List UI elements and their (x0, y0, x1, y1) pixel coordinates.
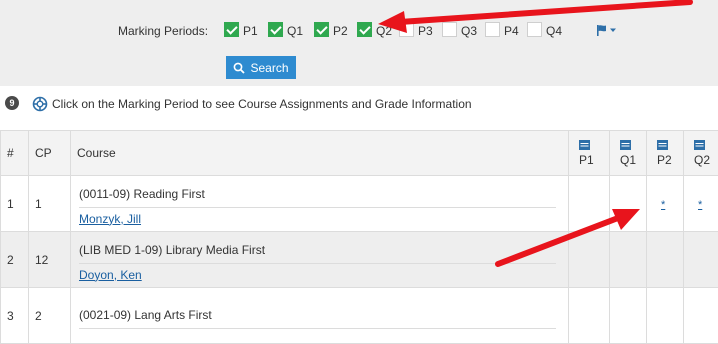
marking-periods-label: Marking Periods: (118, 24, 208, 38)
course-cell: (LIB MED 1-09) Library Media First Doyon… (71, 232, 569, 288)
row-num: 1 (1, 176, 29, 232)
teacher-link[interactable]: Doyon, Ken (71, 264, 568, 282)
flag-icon (596, 23, 620, 37)
grade-cell-p2[interactable]: * (647, 176, 684, 232)
info-instruction-text: Click on the Marking Period to see Cours… (52, 97, 472, 111)
grade-cell-q2 (684, 232, 718, 288)
course-cell: (0011-09) Reading First Monzyk, Jill (71, 176, 569, 232)
search-button-label: Search (250, 61, 288, 75)
search-button[interactable]: Search (226, 56, 296, 79)
lifebuoy-icon (32, 96, 48, 112)
header-course: Course (71, 131, 569, 176)
checkbox-q4[interactable] (527, 22, 542, 37)
header-p2[interactable]: P2 (647, 131, 684, 176)
checkbox-p1-label: P1 (243, 24, 258, 38)
list-icon (620, 140, 631, 150)
checkbox-p4-label: P4 (504, 24, 519, 38)
table-header-row: # CP Course P1 Q1 P2 Q2 (1, 131, 718, 176)
grade-cell-q2[interactable]: * (684, 176, 718, 232)
checkbox-q2[interactable] (357, 22, 372, 37)
checkbox-q1-label: Q1 (287, 24, 303, 38)
grade-link-p2[interactable]: * (647, 199, 665, 211)
grade-cell-p1 (569, 288, 610, 344)
checkbox-q2-label: Q2 (376, 24, 392, 38)
course-grid-table: # CP Course P1 Q1 P2 Q2 1 1 (0, 130, 718, 344)
flag-dropdown-button[interactable] (596, 23, 620, 37)
row-cp: 1 (29, 176, 71, 232)
table-row: 1 1 (0011-09) Reading First Monzyk, Jill… (1, 176, 718, 232)
grade-cell-q2 (684, 288, 718, 344)
checkbox-q1[interactable] (268, 22, 283, 37)
checkbox-p3-label: P3 (418, 24, 433, 38)
header-q2-label: Q2 (694, 153, 710, 167)
grade-cell-q1 (610, 288, 647, 344)
checkbox-p4[interactable] (485, 22, 500, 37)
header-p1[interactable]: P1 (569, 131, 610, 176)
divider (79, 328, 556, 329)
table-row: 2 12 (LIB MED 1-09) Library Media First … (1, 232, 718, 288)
grade-cell-p2 (647, 232, 684, 288)
header-num: # (1, 131, 29, 176)
marking-period-filter-panel: Marking Periods: P1 Q1 P2 Q2 P3 Q3 P4 Q4 (0, 0, 718, 86)
row-num: 3 (1, 288, 29, 344)
row-num: 2 (1, 232, 29, 288)
checkbox-p2[interactable] (314, 22, 329, 37)
checkbox-p2-label: P2 (333, 24, 348, 38)
course-title: (0011-09) Reading First (71, 182, 568, 207)
header-q1[interactable]: Q1 (610, 131, 647, 176)
list-icon (694, 140, 705, 150)
grade-cell-p1 (569, 176, 610, 232)
row-cp: 2 (29, 288, 71, 344)
caret-down-icon (610, 29, 616, 33)
checkbox-q3-label: Q3 (461, 24, 477, 38)
checkbox-q3[interactable] (442, 22, 457, 37)
search-icon (233, 62, 245, 74)
checkbox-p1[interactable] (224, 22, 239, 37)
header-q2[interactable]: Q2 (684, 131, 718, 176)
checkbox-q4-label: Q4 (546, 24, 562, 38)
row-cp: 12 (29, 232, 71, 288)
teacher-link[interactable]: Monzyk, Jill (71, 208, 568, 226)
marking-periods-row: Marking Periods: P1 Q1 P2 Q2 P3 Q3 P4 Q4 (0, 21, 718, 41)
header-p2-label: P2 (657, 153, 672, 167)
checkbox-p3[interactable] (399, 22, 414, 37)
header-p1-label: P1 (579, 153, 594, 167)
list-icon (657, 140, 668, 150)
course-title: (LIB MED 1-09) Library Media First (71, 238, 568, 263)
grade-cell-q1 (610, 232, 647, 288)
grade-link-q2[interactable]: * (684, 199, 702, 211)
header-q1-label: Q1 (620, 153, 636, 167)
header-cp: CP (29, 131, 71, 176)
grade-cell-p2 (647, 288, 684, 344)
grade-cell-q1 (610, 176, 647, 232)
list-icon (579, 140, 590, 150)
info-row: 9 Click on the Marking Period to see Cou… (0, 96, 718, 114)
table-row: 3 2 (0021-09) Lang Arts First (1, 288, 718, 344)
course-cell: (0021-09) Lang Arts First (71, 288, 569, 344)
count-badge: 9 (5, 96, 19, 110)
grade-cell-p1 (569, 232, 610, 288)
